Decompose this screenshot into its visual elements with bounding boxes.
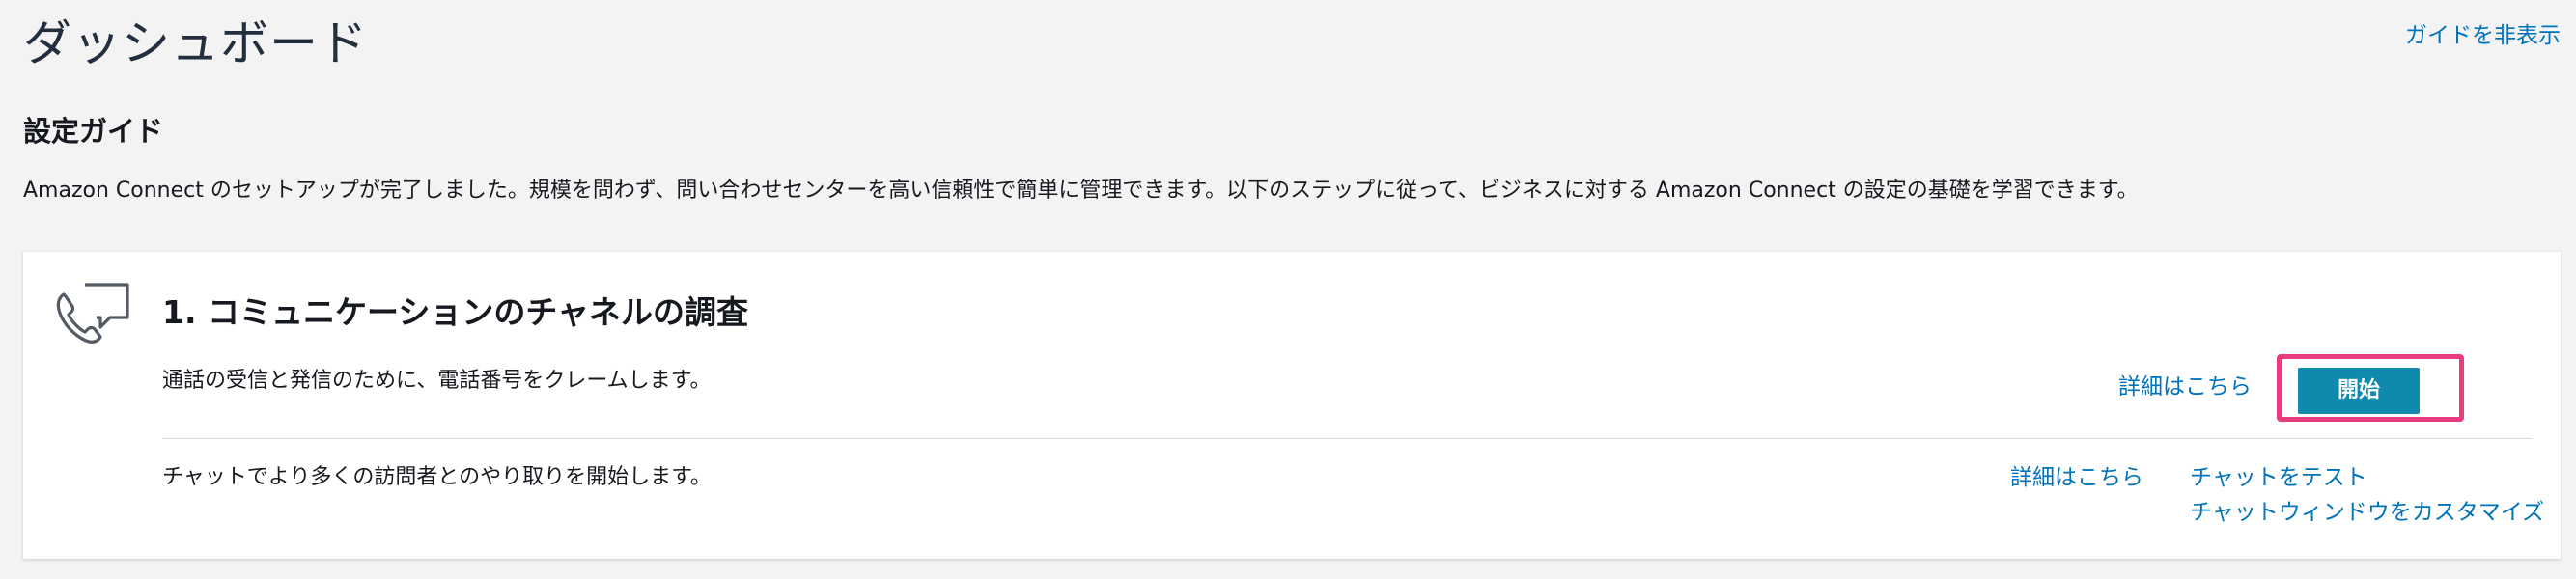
row-divider [162, 438, 2532, 439]
test-chat-link[interactable]: チャットをテスト [2190, 462, 2367, 493]
customize-chat-window-link[interactable]: チャットウィンドウをカスタマイズ [2190, 497, 2544, 528]
chat-description: チャットでより多くの訪問者とのやり取りを開始します。 [162, 465, 712, 489]
step-card-communication-channels: 1. コミュニケーションのチャネルの調査 通話の受信と発信のために、電話番号をク… [23, 252, 2561, 559]
setup-guide-title: 設定ガイド [23, 115, 164, 148]
page-title: ダッシュボード [23, 15, 368, 71]
phone-details-link[interactable]: 詳細はこちら [2118, 372, 2252, 402]
hide-guide-link[interactable]: ガイドを非表示 [2405, 21, 2561, 50]
phone-chat-icon [56, 283, 129, 344]
phone-number-description: 通話の受信と発信のために、電話番号をクレームします。 [162, 369, 712, 393]
start-button[interactable]: 開始 [2298, 368, 2420, 414]
setup-guide-intro: Amazon Connect のセットアップが完了しました。規模を問わず、問い合… [23, 179, 2139, 203]
step-title: 1. コミュニケーションのチャネルの調査 [162, 293, 748, 331]
chat-details-link[interactable]: 詳細はこちら [2010, 462, 2143, 493]
